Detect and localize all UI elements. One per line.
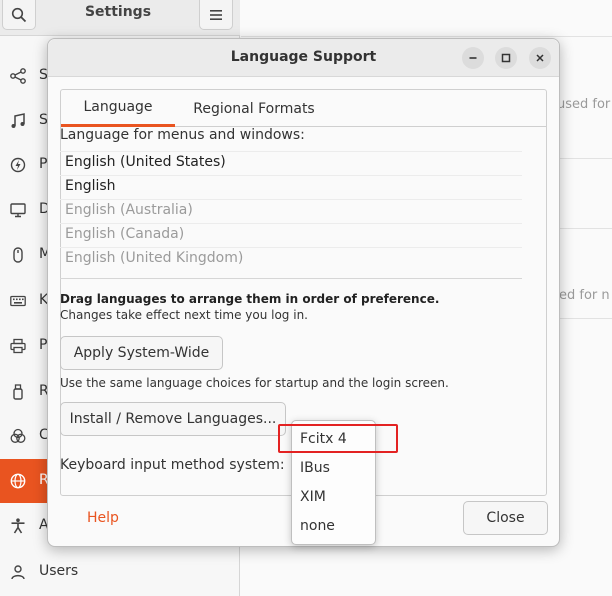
minimize-button[interactable] [462,47,484,69]
tab-bar: Language Regional Formats [61,90,546,127]
sidebar-item-label: Users [39,563,79,579]
close-button[interactable]: Close [463,501,548,535]
dropdown-option-xim[interactable]: XIM [300,489,326,505]
menu-button[interactable] [199,0,233,30]
drag-hint: Drag languages to arrange them in order … [60,292,440,306]
maximize-icon [501,53,511,63]
divider [241,36,612,37]
display-icon [9,201,27,219]
dropdown-option-ibus[interactable]: IBus [300,460,330,476]
printer-icon [9,337,27,355]
tab-language[interactable]: Language [61,90,175,127]
share-icon [9,67,27,85]
globe-icon [9,472,27,490]
close-window-button[interactable] [529,47,551,69]
close-icon [536,54,544,62]
users-icon [9,563,27,581]
power-icon [9,156,27,174]
maximize-button[interactable] [495,47,517,69]
search-icon [11,7,27,22]
highlight-annotation [278,424,398,453]
mouse-icon [9,246,27,264]
language-list-heading: Language for menus and windows: [60,127,305,143]
usb-drive-icon [9,383,27,401]
language-list-item[interactable]: English [60,175,522,199]
accessibility-icon [9,517,27,535]
music-note-icon [9,112,27,130]
language-list-item[interactable]: English (United Kingdom) [60,247,522,271]
changes-note: Changes take effect next time you log in… [60,308,308,322]
sidebar-item-users[interactable]: Users [0,550,240,594]
settings-headerbar: Settings [0,0,240,36]
list-divider [60,278,522,279]
language-list-item[interactable]: English (Canada) [60,223,522,247]
same-choices-note: Use the same language choices for startu… [60,376,449,390]
background-text-fragment: ed for n [559,288,610,303]
keyboard-icon [9,292,27,310]
tab-regional-formats[interactable]: Regional Formats [181,90,327,127]
dialog-titlebar[interactable]: Language Support [48,39,559,77]
help-link[interactable]: Help [87,510,119,526]
background-text-fragment: used for [557,97,611,112]
apply-system-wide-button[interactable]: Apply System-Wide [60,336,223,370]
input-method-label: Keyboard input method system: [60,457,285,473]
color-icon [9,427,27,445]
install-remove-languages-button[interactable]: Install / Remove Languages... [60,402,286,436]
settings-title: Settings [84,4,152,20]
language-list-item[interactable]: English (United States) [60,151,522,175]
search-button[interactable] [2,0,36,30]
language-list-item[interactable]: English (Australia) [60,199,522,223]
minimize-icon [469,57,477,59]
hamburger-icon [210,9,222,20]
dropdown-option-none[interactable]: none [300,518,335,534]
